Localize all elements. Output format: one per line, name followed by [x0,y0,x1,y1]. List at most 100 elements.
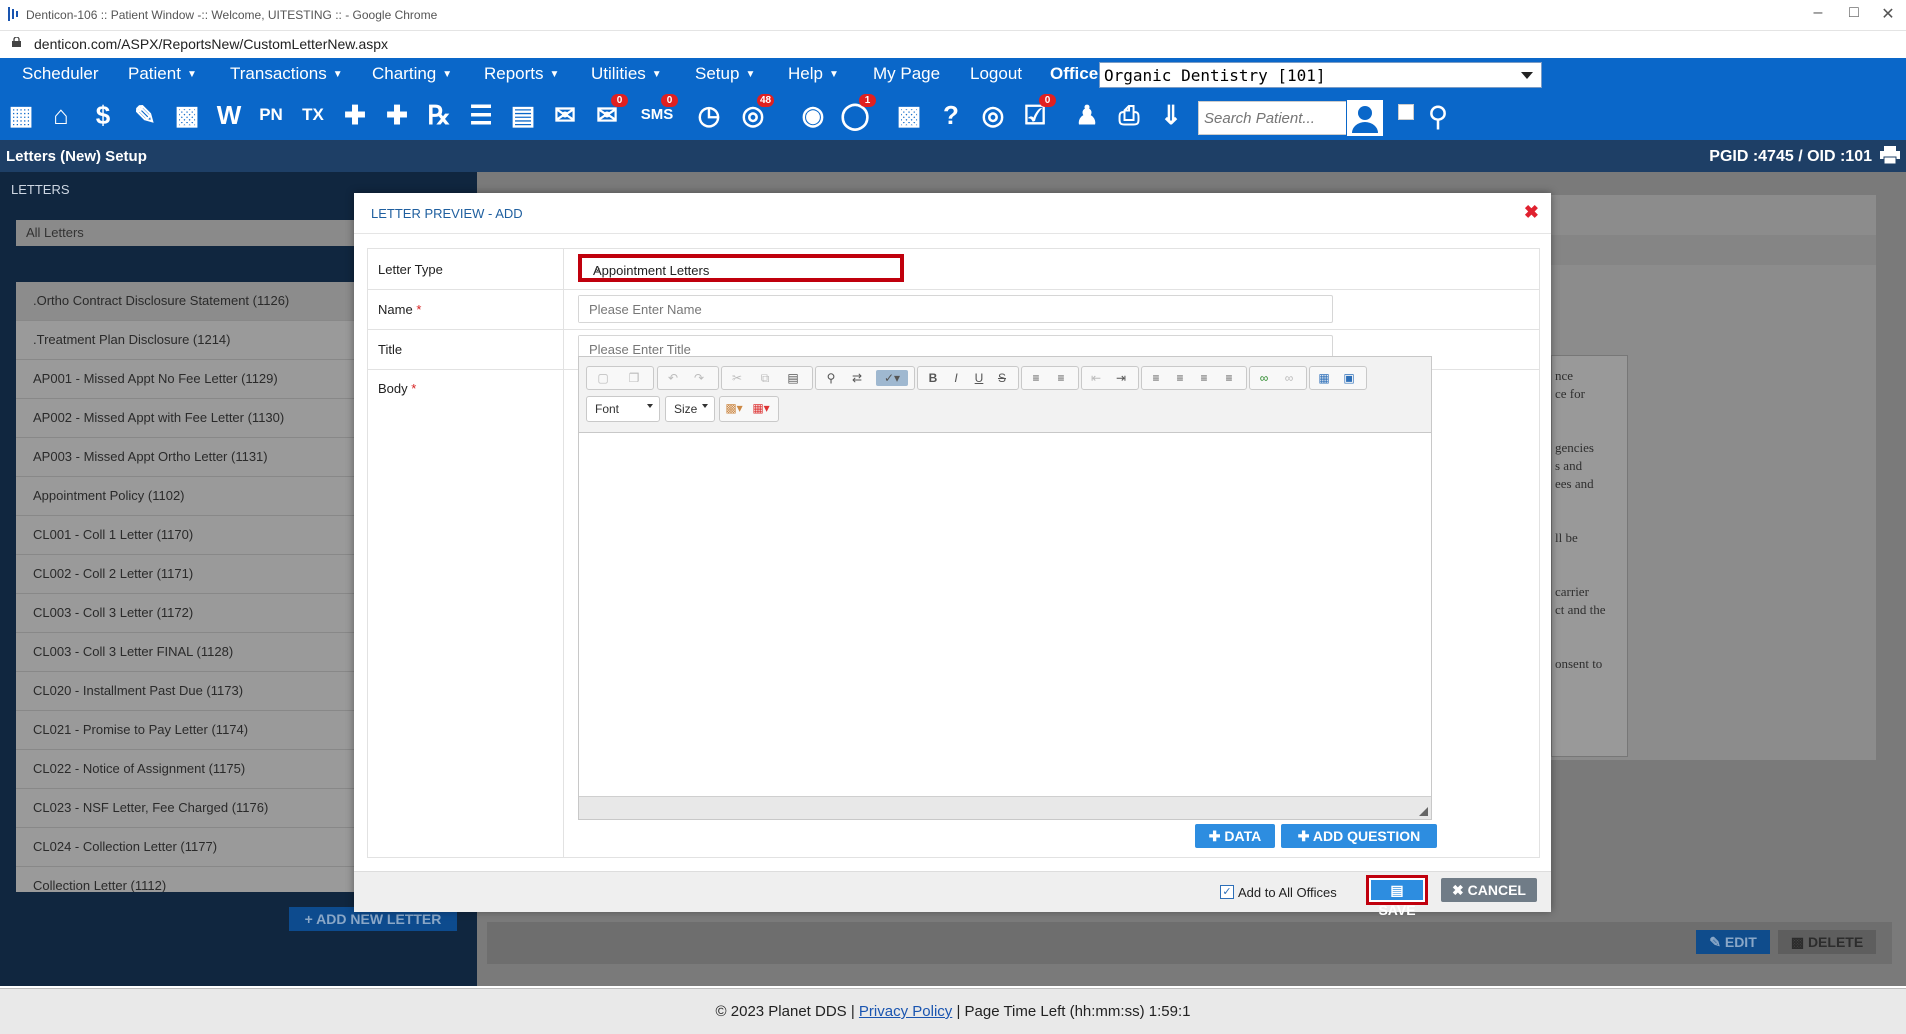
group-search-icon[interactable]: ⚲ [1420,99,1456,135]
menu-help[interactable]: Help ▼ [788,64,839,84]
name-field[interactable] [579,296,1329,322]
denticon-logo-icon [8,7,18,21]
required-mark: * [416,302,422,317]
privacy-policy-link[interactable]: Privacy Policy [859,1003,952,1020]
redo-icon[interactable]: ↷ [690,370,708,386]
undo-icon[interactable]: ↶ [664,370,682,386]
add-question-button[interactable]: ✚ ADD QUESTION [1281,824,1437,848]
cancel-button[interactable]: ✖ CANCEL [1441,878,1537,902]
globe-icon[interactable]: ◎ 48 [736,94,774,132]
add-all-offices-checkbox[interactable]: ✓ [1220,885,1234,899]
plus-icon: ✚ [1208,828,1225,844]
outdent-icon[interactable]: ⇤ [1087,370,1105,386]
toolbar-checkbox[interactable] [1398,104,1414,120]
table-icon[interactable]: ▦▾ [752,400,770,416]
tooth-chart-icon[interactable]: ▩ [892,98,926,132]
replace-icon[interactable]: ⇄ [848,370,866,386]
name-label: Name [378,302,413,317]
align-center-icon[interactable]: ≡ [1171,370,1189,386]
justify-icon[interactable]: ≡ [1220,370,1238,386]
indent-icon[interactable]: ⇥ [1112,370,1130,386]
menu-scheduler[interactable]: Scheduler [22,64,99,84]
align-right-icon[interactable]: ≡ [1195,370,1213,386]
ortho-icon[interactable]: W [212,98,246,132]
bulleted-list-icon[interactable]: ≡ [1052,370,1070,386]
menu-patient[interactable]: Patient ▼ [128,64,197,84]
editor-group-color: ▩▾ ▦▾ [719,396,779,422]
printer-icon[interactable] [1880,146,1900,164]
resize-handle-icon[interactable] [1419,807,1428,816]
body-text-fragment: onsent to [1555,656,1603,671]
letters-header: LETTERS [11,182,70,197]
sms-icon[interactable]: SMS 0 [640,94,678,132]
url-text[interactable]: denticon.com/ASPX/ReportsNew/CustomLette… [34,36,388,52]
minimize-icon[interactable]: – [1806,4,1830,22]
office-select[interactable]: Organic Dentistry [101] [1099,62,1542,88]
web-icon[interactable]: ◎ [976,98,1010,132]
text-color-icon[interactable]: ▩▾ [725,400,743,416]
image-icon[interactable]: ▦ [1315,370,1333,386]
menu-charting[interactable]: Charting ▼ [372,64,452,84]
edit-button[interactable]: ✎ EDIT [1696,930,1770,954]
template-icon[interactable]: ❐ [625,370,643,386]
delete-button[interactable]: ▩ DELETE [1778,930,1876,954]
clock-icon[interactable]: ◷ [692,98,726,132]
spellcheck-icon[interactable]: ✓▾ [876,370,908,386]
menu-logout[interactable]: Logout [970,64,1022,84]
size-combo[interactable]: Size [665,396,715,422]
editor-group-align: ≡ ≡ ≡ ≡ [1141,366,1247,390]
home-icon[interactable]: ⌂ [44,98,78,132]
menu-my-page[interactable]: My Page [873,64,940,84]
preview-icon[interactable]: ▢ [594,370,612,386]
menu-utilities[interactable]: Utilities ▼ [591,64,662,84]
message-icon[interactable]: ✉ 0 [590,94,628,132]
search-patient-button[interactable] [1346,99,1384,137]
family-icon[interactable]: ♟ [1070,98,1104,132]
print-icon[interactable]: ⎙ [1112,98,1146,132]
letter-icon[interactable]: ✉ [548,98,582,132]
close-window-icon[interactable]: ✕ [1876,4,1900,24]
notes-icon[interactable]: ☰ [464,98,498,132]
letter-type-select[interactable]: Appointment Letters ⌄ [578,254,904,282]
document-icon[interactable]: ▤ [506,98,540,132]
copy-icon[interactable]: ⧉ [756,370,774,386]
fullscreen-icon[interactable]: ▣ [1340,370,1358,386]
tooth-icon[interactable]: ▩ [170,98,204,132]
close-icon[interactable]: ✖ [1524,202,1539,223]
add-patient-icon[interactable]: ✚ [338,98,372,132]
link-icon[interactable]: ∞ [1255,370,1273,386]
progress-notes-icon[interactable]: PN [254,98,288,132]
dollar-icon[interactable]: $ [86,98,120,132]
calendar-icon[interactable]: ▦ [4,98,38,132]
cut-icon[interactable]: ✂ [728,370,746,386]
rx-icon[interactable]: ℞ [422,98,456,132]
editor-content-area[interactable] [579,433,1431,797]
tasks-icon[interactable]: ☑ 0 [1018,94,1056,132]
find-icon[interactable]: ⚲ [822,370,840,386]
unlink-icon[interactable]: ∞ [1280,370,1298,386]
font-combo[interactable]: Font [586,396,660,422]
edit-chart-icon[interactable]: ✎ [128,98,162,132]
add-family-icon[interactable]: ✚ [380,98,414,132]
paste-icon[interactable]: ▤ [784,370,802,386]
support-icon[interactable]: ◉ [796,98,830,132]
save-button[interactable]: ▤ SAVE [1366,875,1428,918]
maximize-icon[interactable]: □ [1842,4,1866,22]
menu-reports[interactable]: Reports ▼ [484,64,559,84]
underline-icon[interactable]: U [970,370,988,386]
data-button[interactable]: ✚ DATA [1195,824,1275,848]
download-icon[interactable]: ⇓ [1154,98,1188,132]
italic-icon[interactable]: I [947,370,965,386]
menu-setup[interactable]: Setup ▼ [695,64,755,84]
align-left-icon[interactable]: ≡ [1147,370,1165,386]
ordered-list-icon[interactable]: ≡ [1027,370,1045,386]
caret-down-icon [702,404,708,408]
help-icon[interactable]: ? [934,98,968,132]
bold-icon[interactable]: B [924,370,942,386]
patient-search-input[interactable] [1199,102,1347,134]
strikethrough-icon[interactable]: S [993,370,1011,386]
menu-transactions[interactable]: Transactions ▼ [230,64,343,84]
treatment-plan-icon[interactable]: TX [296,98,330,132]
address-bar[interactable]: denticon.com/ASPX/ReportsNew/CustomLette… [0,31,1906,57]
alerts-icon[interactable]: ◯ 1 [838,94,876,132]
